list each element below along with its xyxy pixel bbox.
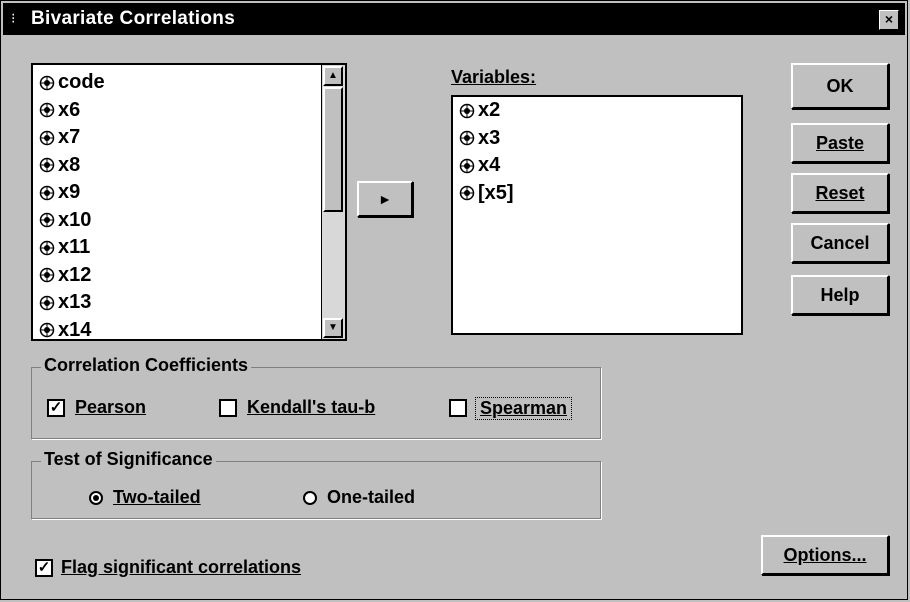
source-variable-item[interactable]: x10: [33, 207, 321, 235]
numeric-variable-icon: [459, 130, 475, 146]
numeric-variable-icon: [39, 185, 55, 201]
flag-significant-label[interactable]: Flag significant correlations: [61, 557, 301, 578]
numeric-variable-icon: [39, 240, 55, 256]
variable-name: x14: [58, 318, 92, 341]
title-bar: ⁝ Bivariate Correlations ×: [3, 3, 905, 35]
source-variable-list[interactable]: code x6 x7 x8 x9 x10 x11 x12 x13 x14 ▲ ▼: [31, 63, 347, 341]
numeric-variable-icon: [459, 158, 475, 174]
cancel-button[interactable]: Cancel: [791, 223, 889, 263]
source-variable-item[interactable]: x7: [33, 124, 321, 152]
numeric-variable-icon: [39, 322, 55, 338]
ok-button[interactable]: OK: [791, 63, 889, 109]
variable-name: x8: [58, 153, 81, 176]
numeric-variable-icon: [459, 185, 475, 201]
pearson-checkbox[interactable]: ✓: [47, 399, 65, 417]
checkmark-icon: ✓: [37, 559, 51, 576]
kendall-checkbox[interactable]: [219, 399, 237, 417]
scroll-up-arrow-icon[interactable]: ▲: [323, 66, 343, 86]
variable-name: x13: [58, 291, 92, 314]
numeric-variable-icon: [39, 102, 55, 118]
reset-button-label: Reset: [815, 182, 865, 203]
help-button[interactable]: Help: [791, 275, 889, 315]
ok-button-label: OK: [826, 75, 854, 96]
checkmark-icon: ✓: [49, 399, 63, 416]
variable-name: x6: [58, 98, 81, 121]
source-variable-item[interactable]: code: [33, 69, 321, 97]
paste-button-label: Paste: [815, 132, 865, 153]
source-variable-item[interactable]: x11: [33, 234, 321, 262]
selected-variable-item[interactable]: [x5]: [453, 180, 741, 208]
right-arrow-icon: ►: [378, 191, 392, 207]
numeric-variable-icon: [459, 103, 475, 119]
source-variable-item[interactable]: x9: [33, 179, 321, 207]
two-tailed-radio[interactable]: [89, 491, 103, 505]
test-of-significance-title: Test of Significance: [41, 449, 216, 470]
reset-button[interactable]: Reset: [791, 173, 889, 213]
options-button-label: Options...: [783, 544, 867, 565]
two-tailed-label[interactable]: Two-tailed: [113, 487, 201, 508]
numeric-variable-icon: [39, 130, 55, 146]
variable-name: x4: [478, 154, 501, 177]
variable-name: code: [58, 71, 105, 94]
system-menu-icon[interactable]: ⁝: [11, 12, 25, 26]
variable-name: x10: [58, 208, 92, 231]
kendall-label[interactable]: Kendall's tau-b: [247, 397, 375, 418]
variable-name: x3: [478, 126, 501, 149]
variable-name: [x5]: [478, 181, 514, 204]
numeric-variable-icon: [39, 212, 55, 228]
numeric-variable-icon: [39, 157, 55, 173]
window-title: Bivariate Correlations: [31, 8, 236, 29]
cancel-button-label: Cancel: [810, 232, 870, 253]
numeric-variable-icon: [39, 295, 55, 311]
source-variable-item[interactable]: x13: [33, 289, 321, 317]
help-button-label: Help: [820, 284, 860, 305]
options-button[interactable]: Options...: [761, 535, 889, 575]
selected-variable-item[interactable]: x2: [453, 97, 741, 125]
pearson-label[interactable]: Pearson: [75, 397, 146, 418]
paste-button[interactable]: Paste: [791, 123, 889, 163]
variable-name: x7: [58, 126, 81, 149]
source-variable-item[interactable]: x6: [33, 97, 321, 125]
numeric-variable-icon: [39, 267, 55, 283]
spearman-checkbox[interactable]: [449, 399, 467, 417]
variable-name: x12: [58, 263, 92, 286]
one-tailed-label[interactable]: One-tailed: [327, 487, 415, 508]
selected-variable-item[interactable]: x3: [453, 125, 741, 153]
source-variable-item[interactable]: x8: [33, 152, 321, 180]
bivariate-correlations-dialog: ⁝ Bivariate Correlations × code x6 x7 x8 x9 x…: [0, 0, 908, 600]
variable-name: x9: [58, 181, 81, 204]
selected-variable-item[interactable]: x4: [453, 152, 741, 180]
variables-label: Variables:: [451, 67, 537, 87]
source-variable-item[interactable]: x12: [33, 262, 321, 290]
variable-name: x2: [478, 99, 501, 122]
one-tailed-radio[interactable]: [303, 491, 317, 505]
scroll-thumb[interactable]: [323, 87, 343, 212]
variable-name: x11: [58, 236, 91, 259]
source-list-scrollbar[interactable]: ▲ ▼: [321, 65, 345, 339]
scroll-down-arrow-icon[interactable]: ▼: [323, 318, 343, 338]
close-icon[interactable]: ×: [879, 10, 899, 30]
correlation-coefficients-title: Correlation Coefficients: [41, 355, 252, 376]
source-variable-item[interactable]: x14: [33, 317, 321, 341]
numeric-variable-icon: [39, 75, 55, 91]
spearman-label[interactable]: Spearman: [475, 397, 573, 420]
flag-significant-checkbox[interactable]: ✓: [35, 559, 53, 577]
move-to-variables-button[interactable]: ►: [357, 181, 413, 217]
variables-list[interactable]: x2 x3 x4 [x5]: [451, 95, 743, 335]
